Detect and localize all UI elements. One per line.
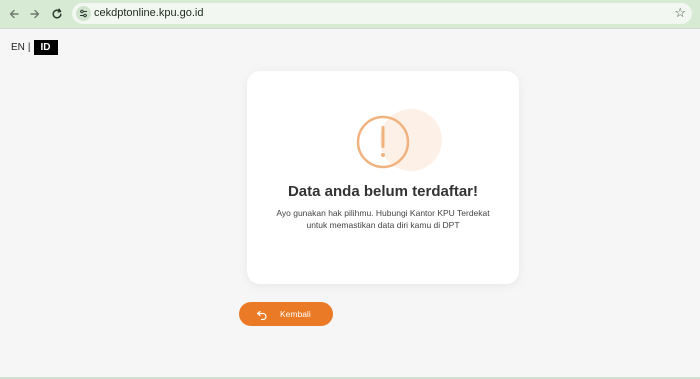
language-option-id[interactable]: ID [33, 39, 58, 55]
back-button[interactable]: Kembali [239, 302, 333, 326]
browser-toolbar: cekdptonline.kpu.go.id ☆ [0, 0, 700, 28]
language-switcher: EN | ID [11, 39, 58, 55]
forward-arrow-icon[interactable] [26, 5, 44, 23]
url-text: cekdptonline.kpu.go.id [94, 7, 204, 19]
result-description-line-2: untuk memastikan data diri kamu di DPT [306, 220, 460, 230]
reload-icon[interactable] [48, 5, 66, 23]
language-separator: | [27, 41, 31, 53]
result-card: Data anda belum terdaftar! Ayo gunakan h… [247, 71, 519, 284]
result-title: Data anda belum terdaftar! [287, 183, 479, 200]
toolbar-divider [0, 28, 700, 29]
warning-icon [356, 115, 410, 169]
result-description-line-1: Ayo gunakan hak pilihmu. Hubungi Kantor … [276, 208, 490, 218]
address-bar[interactable]: cekdptonline.kpu.go.id ☆ [72, 3, 692, 24]
bookmark-star-icon[interactable]: ☆ [674, 5, 686, 21]
back-button-label: Kembali [280, 309, 311, 319]
site-info-icon[interactable] [76, 6, 91, 21]
result-description: Ayo gunakan hak pilihmu. Hubungi Kantor … [275, 207, 491, 231]
back-hand-icon [256, 310, 267, 320]
language-option-en[interactable]: EN [11, 42, 25, 53]
back-arrow-icon[interactable] [5, 5, 23, 23]
